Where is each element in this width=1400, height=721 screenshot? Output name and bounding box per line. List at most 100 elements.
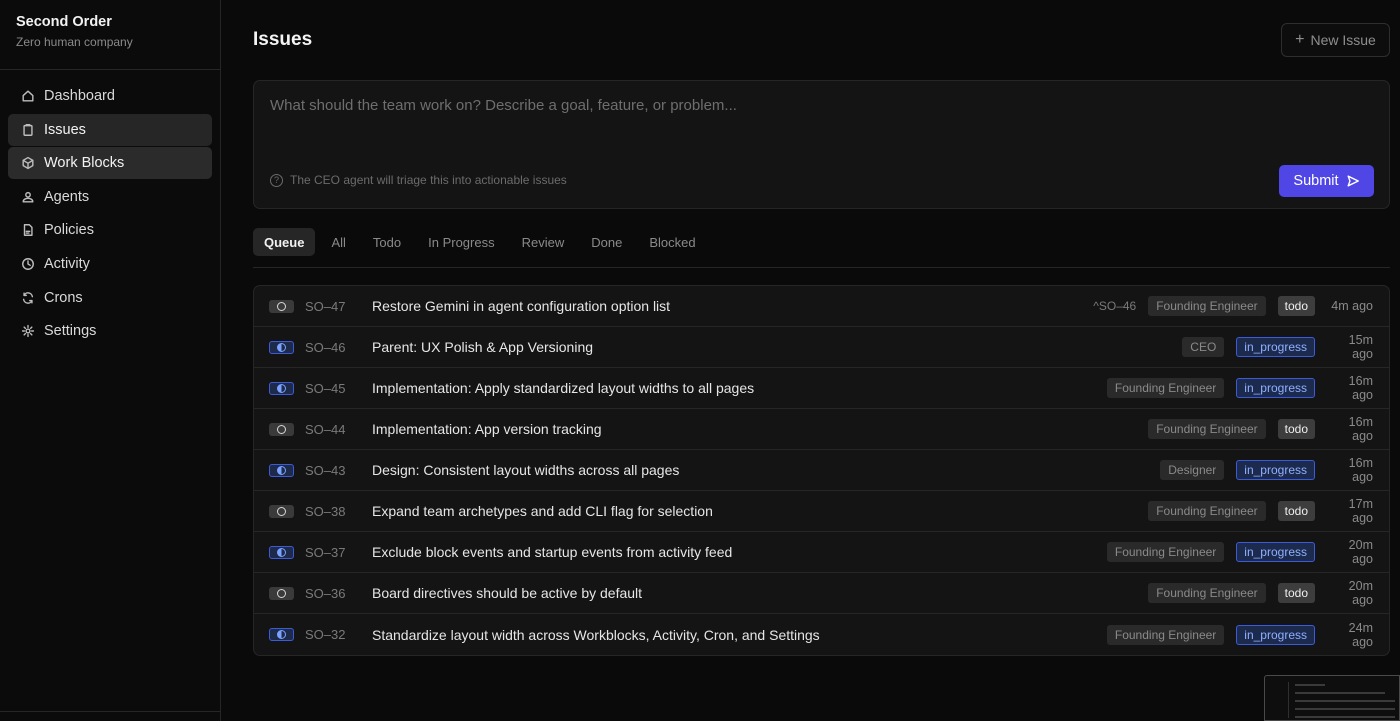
issue-title: Expand team archetypes and add CLI flag … xyxy=(372,503,713,519)
issue-list: SO–47 Restore Gemini in agent configurat… xyxy=(253,285,1390,656)
new-issue-button[interactable]: + New Issue xyxy=(1281,23,1390,57)
issue-row[interactable]: SO–47 Restore Gemini in agent configurat… xyxy=(254,286,1389,327)
issue-title: Implementation: App version tracking xyxy=(372,421,602,437)
status-badge: todo xyxy=(1277,583,1315,603)
issue-timestamp: 24m ago xyxy=(1348,620,1373,649)
sidebar-item-label: Agents xyxy=(44,188,90,205)
assignee-badge: CEO xyxy=(1182,337,1225,357)
issue-tabs: Queue All Todo In Progress Review Done B… xyxy=(253,228,1390,268)
home-icon xyxy=(20,88,36,104)
new-issue-label: New Issue xyxy=(1310,32,1376,48)
issue-row[interactable]: SO–37 Exclude block events and startup e… xyxy=(254,532,1389,573)
tab-review[interactable]: Review xyxy=(511,228,576,256)
issue-id: SO–47 xyxy=(305,298,346,314)
brand-subtitle: Zero human company xyxy=(16,35,133,49)
issue-meta: Founding Engineer in_progress 20m ago xyxy=(1106,538,1373,566)
tab-all[interactable]: All xyxy=(320,228,356,256)
sidebar-item-label: Issues xyxy=(44,121,86,138)
issue-meta: Founding Engineer todo 16m ago xyxy=(1148,415,1373,443)
sidebar: Second Order Zero human company Dashboar… xyxy=(0,0,221,721)
submit-button[interactable]: Submit xyxy=(1279,165,1374,197)
issue-row[interactable]: SO–38 Expand team archetypes and add CLI… xyxy=(254,491,1389,532)
issue-title: Standardize layout width across Workbloc… xyxy=(372,626,820,643)
issue-meta: Founding Engineer todo 20m ago xyxy=(1148,579,1373,607)
sidebar-item-agents[interactable]: Agents xyxy=(8,181,212,213)
parent-issue-link[interactable]: ^SO–46 xyxy=(1093,299,1136,313)
issue-row[interactable]: SO–36 Board directives should be active … xyxy=(254,573,1389,614)
issue-id: SO–36 xyxy=(305,585,346,601)
assignee-badge: Founding Engineer xyxy=(1106,624,1225,645)
status-todo-icon xyxy=(269,422,294,436)
status-in-progress-icon xyxy=(269,340,294,354)
assignee-badge: Founding Engineer xyxy=(1106,378,1225,398)
status-badge: in_progress xyxy=(1236,542,1315,562)
sidebar-item-work-blocks[interactable]: Work Blocks xyxy=(8,147,212,180)
status-badge: in_progress xyxy=(1236,337,1315,357)
clipboard-icon xyxy=(20,122,36,138)
tab-queue[interactable]: Queue xyxy=(253,228,316,256)
issue-row[interactable]: SO–44 Implementation: App version tracki… xyxy=(254,409,1389,450)
status-in-progress-icon xyxy=(269,463,294,477)
issue-title: Parent: UX Polish & App Versioning xyxy=(372,339,594,355)
issue-title: Design: Consistent layout widths across … xyxy=(372,462,680,478)
tab-in-progress[interactable]: In Progress xyxy=(417,228,505,256)
assignee-badge: Founding Engineer xyxy=(1148,583,1266,603)
issue-timestamp: 4m ago xyxy=(1331,299,1373,313)
issue-row[interactable]: SO–45 Implementation: Apply standardized… xyxy=(254,368,1389,409)
assignee-badge: Founding Engineer xyxy=(1106,542,1225,562)
sidebar-item-settings[interactable]: Settings xyxy=(8,315,212,347)
sidebar-item-dashboard[interactable]: Dashboard xyxy=(8,80,212,112)
sidebar-item-label: Policies xyxy=(44,222,94,239)
send-icon xyxy=(1347,175,1359,187)
goal-input[interactable]: What should the team work on? Describe a… xyxy=(270,97,737,114)
issue-meta: Designer in_progress 16m ago xyxy=(1160,456,1373,484)
issue-title: Exclude block events and startup events … xyxy=(372,544,733,560)
issue-timestamp: 17m ago xyxy=(1348,497,1373,525)
composer-hint-text: The CEO agent will triage this into acti… xyxy=(290,173,567,187)
issue-composer: What should the team work on? Describe a… xyxy=(253,80,1390,209)
screenshot-thumbnail[interactable] xyxy=(1264,675,1400,721)
assignee-badge: Designer xyxy=(1160,460,1225,480)
status-todo-icon xyxy=(269,586,294,600)
issue-timestamp: 16m ago xyxy=(1348,456,1373,484)
sidebar-item-issues[interactable]: Issues xyxy=(8,113,212,146)
sidebar-item-label: Crons xyxy=(44,289,83,306)
page-title: Issues xyxy=(253,29,313,50)
issue-timestamp: 15m ago xyxy=(1348,333,1373,361)
tab-done[interactable]: Done xyxy=(580,228,633,256)
issue-title: Board directives should be active by def… xyxy=(372,585,643,601)
sidebar-item-crons[interactable]: Crons xyxy=(8,282,212,314)
status-in-progress-icon xyxy=(269,381,294,395)
issue-meta: ^SO–46 Founding Engineer todo 4m ago xyxy=(1093,296,1373,316)
main-content: Issues + New Issue What should the team … xyxy=(221,0,1400,721)
status-badge: todo xyxy=(1277,419,1315,439)
sidebar-item-policies[interactable]: Policies xyxy=(8,214,212,246)
issue-id: SO–45 xyxy=(305,380,346,396)
status-badge: in_progress xyxy=(1236,378,1315,398)
issue-meta: Founding Engineer in_progress 16m ago xyxy=(1106,374,1373,402)
tab-blocked[interactable]: Blocked xyxy=(638,228,706,256)
tab-todo[interactable]: Todo xyxy=(362,228,412,256)
assignee-badge: Founding Engineer xyxy=(1148,419,1266,439)
plus-icon: + xyxy=(1295,31,1305,48)
agents-icon xyxy=(20,189,36,205)
issue-id: SO–43 xyxy=(305,462,346,478)
assignee-badge: Founding Engineer xyxy=(1148,501,1266,521)
issue-row[interactable]: SO–46 Parent: UX Polish & App Versioning… xyxy=(254,327,1389,368)
issue-row[interactable]: SO–43 Design: Consistent layout widths a… xyxy=(254,450,1389,491)
submit-label: Submit xyxy=(1293,173,1339,189)
sidebar-footer xyxy=(0,711,220,721)
issue-id: SO–37 xyxy=(305,544,346,560)
help-icon: ? xyxy=(270,173,283,187)
sidebar-item-activity[interactable]: Activity xyxy=(8,248,212,280)
issue-row[interactable]: SO–32 Standardize layout width across Wo… xyxy=(254,614,1389,655)
issue-timestamp: 20m ago xyxy=(1348,579,1373,607)
issue-id: SO–32 xyxy=(305,627,346,642)
issue-id: SO–38 xyxy=(305,503,346,519)
refresh-icon xyxy=(20,290,36,306)
issue-id: SO–46 xyxy=(305,339,346,355)
issue-timestamp: 16m ago xyxy=(1348,415,1373,443)
box-icon xyxy=(20,155,36,171)
sidebar-nav: Dashboard Issues Work Blocks Agents Poli… xyxy=(0,70,220,359)
status-badge: todo xyxy=(1277,296,1315,316)
